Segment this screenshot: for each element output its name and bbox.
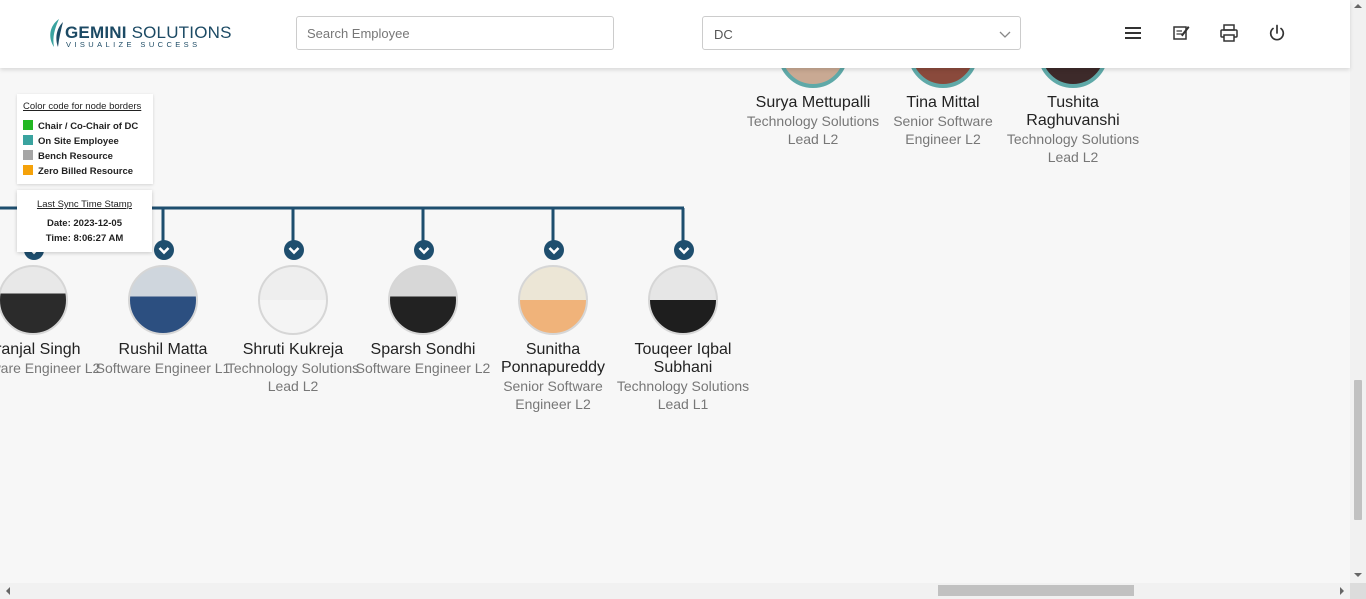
- scroll-left-icon[interactable]: [2, 583, 14, 599]
- legend-item: Chair / Co-Chair of DC: [23, 120, 138, 132]
- avatar[interactable]: [518, 265, 588, 335]
- scroll-down-icon[interactable]: [1350, 569, 1366, 581]
- legend-title: Color code for node borders: [23, 101, 142, 112]
- employee-node[interactable]: Touqeer Iqbal Subhani Technology Solutio…: [613, 341, 753, 413]
- employee-title: Senior Software Engineer L2: [503, 378, 603, 412]
- scrollbar-corner: [1350, 583, 1366, 599]
- employee-name: Pranjal Singh: [0, 341, 81, 358]
- color-swatch: [23, 150, 33, 160]
- employee-node[interactable]: Surya Mettupalli Technology Solutions Le…: [743, 94, 883, 148]
- avatar[interactable]: [0, 265, 68, 335]
- vertical-scroll-thumb[interactable]: [1354, 380, 1362, 520]
- sync-time: Time: 8:06:27 AM: [45, 233, 124, 244]
- employee-name: Sparsh Sondhi: [370, 341, 476, 358]
- employee-title: Software Engineer L2: [0, 360, 101, 376]
- employee-node[interactable]: Sunitha Ponnapureddy Senior Software Eng…: [483, 341, 623, 413]
- vertical-scrollbar[interactable]: [1350, 0, 1366, 583]
- expand-chevron-icon[interactable]: [674, 240, 694, 260]
- horizontal-scrollbar[interactable]: [0, 583, 1350, 599]
- scroll-up-icon[interactable]: [1350, 0, 1366, 12]
- expand-chevron-icon[interactable]: [414, 240, 434, 260]
- color-swatch: [23, 135, 33, 145]
- expand-chevron-icon[interactable]: [154, 240, 174, 260]
- chevron-down-icon: [999, 31, 1011, 38]
- avatar[interactable]: [388, 265, 458, 335]
- gemini-logo[interactable]: GEMINI SOLUTIONS VISUALIZE SUCCESS: [47, 17, 231, 51]
- employee-title: Software Engineer L2: [355, 360, 491, 376]
- employee-title: Technology Solutions Lead L1: [616, 378, 750, 412]
- dc-select-value: DC: [714, 27, 733, 42]
- last-sync-card: Last Sync Time Stamp Date: 2023-12-05 Ti…: [17, 190, 152, 252]
- search-employee-input[interactable]: [296, 16, 614, 50]
- employee-name: Tushita Raghuvanshi: [1026, 94, 1120, 129]
- sync-title: Last Sync Time Stamp: [36, 199, 133, 210]
- power-icon[interactable]: [1267, 23, 1287, 43]
- employee-node[interactable]: Pranjal Singh Software Engineer L2: [0, 341, 103, 377]
- employee-node[interactable]: Tushita Raghuvanshi Technology Solutions…: [1003, 94, 1143, 166]
- employee-name: Rushil Matta: [118, 341, 208, 358]
- sync-date: Date: 2023-12-05: [47, 218, 122, 229]
- employee-name: Shruti Kukreja: [242, 341, 344, 358]
- employee-title: Senior Software Engineer L2: [893, 113, 993, 147]
- color-swatch: [23, 165, 33, 175]
- dc-select[interactable]: DC: [702, 16, 1021, 50]
- legend-item: Bench Resource: [23, 150, 113, 162]
- horizontal-scroll-thumb[interactable]: [938, 585, 1134, 596]
- print-icon[interactable]: [1219, 23, 1239, 43]
- employee-node[interactable]: Sparsh Sondhi Software Engineer L2: [353, 341, 493, 377]
- notes-icon[interactable]: [1171, 23, 1191, 43]
- employee-name: Surya Mettupalli: [755, 94, 871, 111]
- legend-item: Zero Billed Resource: [23, 165, 133, 177]
- menu-icon[interactable]: [1123, 23, 1143, 43]
- employee-node[interactable]: Shruti Kukreja Technology Solutions Lead…: [223, 341, 363, 395]
- employee-name: Touqeer Iqbal Subhani: [634, 341, 732, 376]
- employee-title: Technology Solutions Lead L2: [746, 113, 880, 147]
- avatar[interactable]: [128, 265, 198, 335]
- avatar[interactable]: [648, 265, 718, 335]
- color-swatch: [23, 120, 33, 130]
- logo-tagline: VISUALIZE SUCCESS: [66, 40, 201, 49]
- app-header: GEMINI SOLUTIONS VISUALIZE SUCCESS DC: [0, 0, 1350, 68]
- employee-name: Sunitha Ponnapureddy: [500, 341, 606, 376]
- border-color-legend: Color code for node borders Chair / Co-C…: [17, 94, 153, 184]
- logo-leaf-icon: [50, 19, 63, 47]
- expand-chevron-icon[interactable]: [544, 240, 564, 260]
- avatar[interactable]: [258, 265, 328, 335]
- employee-name: Tina Mittal: [906, 94, 980, 111]
- employee-title: Software Engineer L1: [95, 360, 231, 376]
- employee-node[interactable]: Tina Mittal Senior Software Engineer L2: [873, 94, 1013, 148]
- employee-title: Technology Solutions Lead L2: [226, 360, 360, 394]
- scroll-right-icon[interactable]: [1336, 583, 1348, 599]
- legend-item: On Site Employee: [23, 135, 119, 147]
- employee-node[interactable]: Rushil Matta Software Engineer L1: [93, 341, 233, 377]
- expand-chevron-icon[interactable]: [284, 240, 304, 260]
- employee-title: Technology Solutions Lead L2: [1006, 131, 1140, 165]
